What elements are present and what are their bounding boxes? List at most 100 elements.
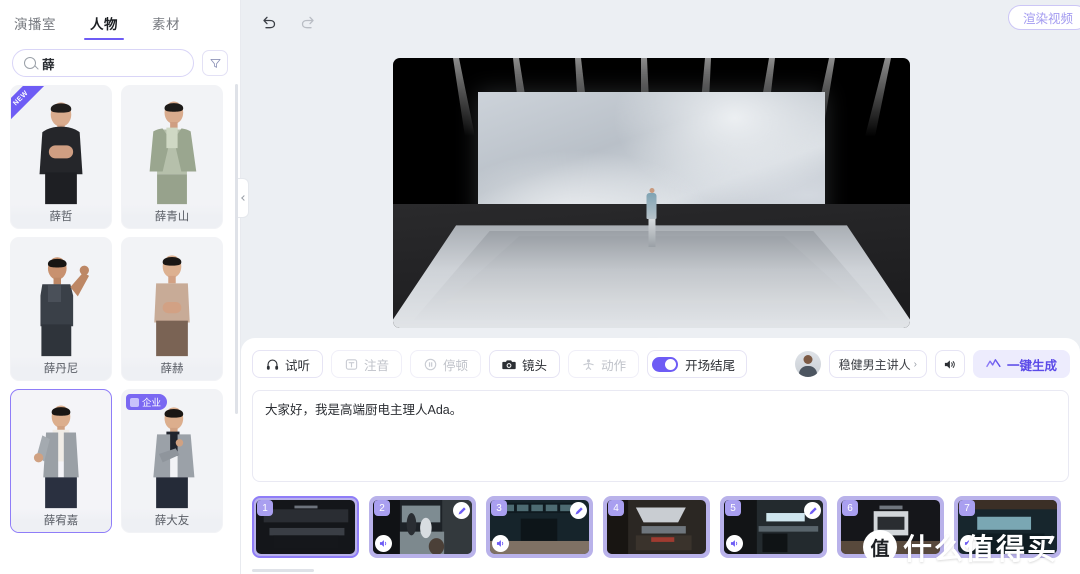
search-input[interactable]: 薛 bbox=[12, 49, 194, 77]
script-textarea[interactable]: 大家好，我是高端厨电主理人Ada。 bbox=[252, 390, 1069, 482]
intro-outro-label: 开场结尾 bbox=[685, 355, 735, 374]
character-name: 薛赫 bbox=[122, 356, 222, 380]
character-card[interactable]: 薛丹尼 bbox=[10, 237, 112, 381]
one-click-generate-button[interactable]: 一键生成 bbox=[973, 350, 1070, 378]
tab-studio[interactable]: 演播室 bbox=[14, 13, 56, 40]
search-value: 薛 bbox=[42, 54, 55, 73]
stage-avatar-figure[interactable] bbox=[646, 188, 657, 250]
clip-audio-button[interactable] bbox=[960, 535, 977, 552]
generate-label: 一键生成 bbox=[1007, 355, 1057, 374]
gesture-label: 动作 bbox=[601, 355, 626, 374]
left-sidebar: 演播室 人物 素材 薛 NEW bbox=[0, 0, 241, 574]
redo-button[interactable] bbox=[297, 11, 319, 33]
undo-button[interactable] bbox=[257, 11, 279, 33]
pause-label: 停顿 bbox=[443, 355, 468, 374]
pencil-icon bbox=[574, 506, 584, 516]
gesture-icon bbox=[581, 357, 595, 371]
timeline-clip[interactable]: 1 bbox=[252, 496, 359, 558]
top-toolbar: 渲染视频 bbox=[241, 0, 1080, 36]
character-grid: NEW 薛哲 bbox=[10, 85, 230, 533]
clip-number: 4 bbox=[608, 500, 624, 516]
clip-audio-button[interactable] bbox=[726, 535, 743, 552]
avatar-head-icon bbox=[803, 355, 812, 364]
chevron-left-icon bbox=[241, 195, 247, 201]
character-name: 薛丹尼 bbox=[11, 356, 111, 380]
filter-funnel-icon bbox=[210, 58, 221, 69]
timeline-clips[interactable]: 1 2 bbox=[241, 490, 1080, 574]
toggle-switch[interactable] bbox=[652, 357, 678, 372]
camera-button[interactable]: 镜头 bbox=[489, 350, 560, 378]
character-name: 薛宥嘉 bbox=[11, 508, 111, 532]
speaker-icon bbox=[496, 539, 506, 548]
script-text: 大家好，我是高端厨电主理人Ada。 bbox=[265, 403, 462, 417]
preview-audio-label: 试听 bbox=[285, 355, 310, 374]
clip-audio-button[interactable] bbox=[375, 535, 392, 552]
timeline-clip[interactable]: 4 bbox=[603, 496, 710, 558]
voice-name: 稳健男主讲人 bbox=[839, 356, 911, 373]
clip-number: 6 bbox=[842, 500, 858, 516]
preview-audio-button[interactable]: 试听 bbox=[252, 350, 323, 378]
tab-materials[interactable]: 素材 bbox=[152, 13, 180, 40]
tab-characters[interactable]: 人物 bbox=[90, 13, 118, 40]
clip-number: 1 bbox=[257, 500, 273, 516]
timeline-clip[interactable]: 6 bbox=[837, 496, 944, 558]
clip-edit-button[interactable] bbox=[453, 502, 470, 519]
character-card-selected[interactable]: 薛宥嘉 bbox=[10, 389, 112, 533]
character-list[interactable]: NEW 薛哲 bbox=[0, 85, 240, 574]
app-root: 演播室 人物 素材 薛 NEW bbox=[0, 0, 1080, 574]
pencil-icon bbox=[457, 506, 467, 516]
timeline-clip[interactable]: 5 bbox=[720, 496, 827, 558]
gesture-button[interactable]: 动作 bbox=[568, 350, 639, 378]
pinyin-icon bbox=[344, 357, 358, 371]
tab-characters-label: 人物 bbox=[90, 17, 118, 32]
clip-audio-button[interactable] bbox=[492, 535, 509, 552]
character-card[interactable]: 薛青山 bbox=[121, 85, 223, 229]
character-card[interactable]: 薛赫 bbox=[121, 237, 223, 381]
camera-label: 镜头 bbox=[522, 355, 547, 374]
sidebar-collapse-button[interactable] bbox=[238, 178, 249, 218]
voice-avatar[interactable] bbox=[795, 351, 821, 377]
search-icon bbox=[24, 57, 36, 69]
main-area: 渲染视频 bbox=[241, 0, 1080, 574]
sparkle-wave-icon bbox=[986, 358, 1001, 370]
headphones-icon bbox=[265, 357, 279, 371]
volume-button[interactable] bbox=[935, 350, 965, 378]
stage-preview[interactable] bbox=[393, 58, 910, 328]
render-video-label: 渲染视频 bbox=[1023, 8, 1073, 27]
pause-button[interactable]: 停顿 bbox=[410, 350, 481, 378]
character-name: 薛哲 bbox=[11, 204, 111, 228]
clip-edit-button[interactable] bbox=[570, 502, 587, 519]
character-figure bbox=[11, 398, 111, 510]
pinyin-label: 注音 bbox=[364, 355, 389, 374]
timeline-clip[interactable]: 7 bbox=[954, 496, 1061, 558]
character-figure bbox=[11, 94, 111, 206]
search-row: 薛 bbox=[0, 40, 240, 85]
camera-icon bbox=[502, 357, 516, 371]
editor-toolbar: 试听 注音 bbox=[252, 347, 1070, 381]
sidebar-tabs: 演播室 人物 素材 bbox=[0, 0, 240, 40]
tab-materials-label: 素材 bbox=[152, 17, 180, 32]
chevron-right-icon: › bbox=[914, 359, 917, 370]
character-card[interactable]: NEW 薛哲 bbox=[10, 85, 112, 229]
clip-number: 5 bbox=[725, 500, 741, 516]
character-figure bbox=[122, 398, 222, 510]
timeline-scrollbar[interactable] bbox=[252, 569, 314, 572]
clip-number: 2 bbox=[374, 500, 390, 516]
intro-outro-toggle[interactable]: 开场结尾 bbox=[647, 350, 747, 378]
character-card[interactable]: 企业 bbox=[121, 389, 223, 533]
sidebar-scrollbar[interactable] bbox=[235, 84, 238, 414]
character-name: 薛大友 bbox=[122, 508, 222, 532]
timeline-clip[interactable]: 3 bbox=[486, 496, 593, 558]
pause-icon bbox=[423, 357, 437, 371]
timeline-clip[interactable]: 2 bbox=[369, 496, 476, 558]
avatar-shoulders-icon bbox=[799, 366, 817, 377]
undo-arrow-icon bbox=[260, 15, 277, 29]
filter-button[interactable] bbox=[202, 50, 228, 76]
render-video-button[interactable]: 渲染视频 bbox=[1008, 5, 1080, 30]
clip-number: 3 bbox=[491, 500, 507, 516]
pinyin-button[interactable]: 注音 bbox=[331, 350, 402, 378]
voice-selector[interactable]: 稳健男主讲人 › bbox=[829, 350, 927, 378]
toggle-knob bbox=[665, 359, 676, 370]
clip-edit-button[interactable] bbox=[804, 502, 821, 519]
character-figure bbox=[122, 94, 222, 206]
